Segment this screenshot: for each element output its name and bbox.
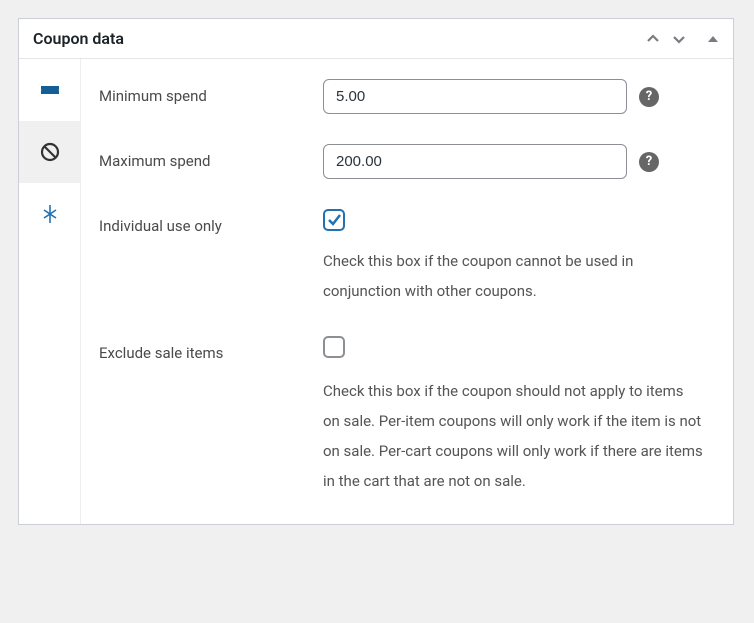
move-up-icon[interactable] — [645, 31, 661, 47]
minimum-spend-label: Minimum spend — [99, 79, 323, 105]
exclude-sale-label: Exclude sale items — [99, 336, 323, 362]
exclude-sale-checkbox[interactable] — [323, 336, 345, 358]
row-exclude-sale: Exclude sale items Check this box if the… — [99, 336, 709, 496]
move-down-icon[interactable] — [671, 31, 687, 47]
tab-usage-limits[interactable] — [19, 183, 80, 245]
coupon-data-panel: Coupon data — [18, 18, 734, 525]
row-maximum-spend: Maximum spend ? — [99, 144, 709, 179]
tabs — [19, 59, 81, 524]
help-icon[interactable]: ? — [639, 152, 659, 172]
panel-body: Minimum spend ? Maximum spend ? Individu… — [19, 59, 733, 524]
individual-use-label: Individual use only — [99, 209, 323, 235]
panel-controls — [645, 31, 719, 47]
ban-icon — [40, 142, 60, 162]
tab-general[interactable] — [19, 59, 80, 121]
checkmark-icon — [326, 212, 342, 228]
help-icon[interactable]: ? — [639, 87, 659, 107]
individual-use-checkbox[interactable] — [323, 209, 345, 231]
row-minimum-spend: Minimum spend ? — [99, 79, 709, 114]
arrows-in-icon — [40, 204, 60, 224]
maximum-spend-input[interactable] — [323, 144, 627, 179]
individual-use-description: Check this box if the coupon cannot be u… — [323, 246, 703, 306]
panel-header: Coupon data — [19, 19, 733, 59]
minimum-spend-input[interactable] — [323, 79, 627, 114]
maximum-spend-label: Maximum spend — [99, 144, 323, 170]
collapse-icon[interactable] — [707, 33, 719, 45]
panel-title: Coupon data — [33, 29, 124, 48]
row-individual-use: Individual use only Check this box if th… — [99, 209, 709, 306]
ticket-icon — [39, 79, 61, 101]
tab-usage-restriction[interactable] — [19, 121, 80, 183]
content: Minimum spend ? Maximum spend ? Individu… — [81, 59, 733, 524]
exclude-sale-description: Check this box if the coupon should not … — [323, 376, 703, 496]
